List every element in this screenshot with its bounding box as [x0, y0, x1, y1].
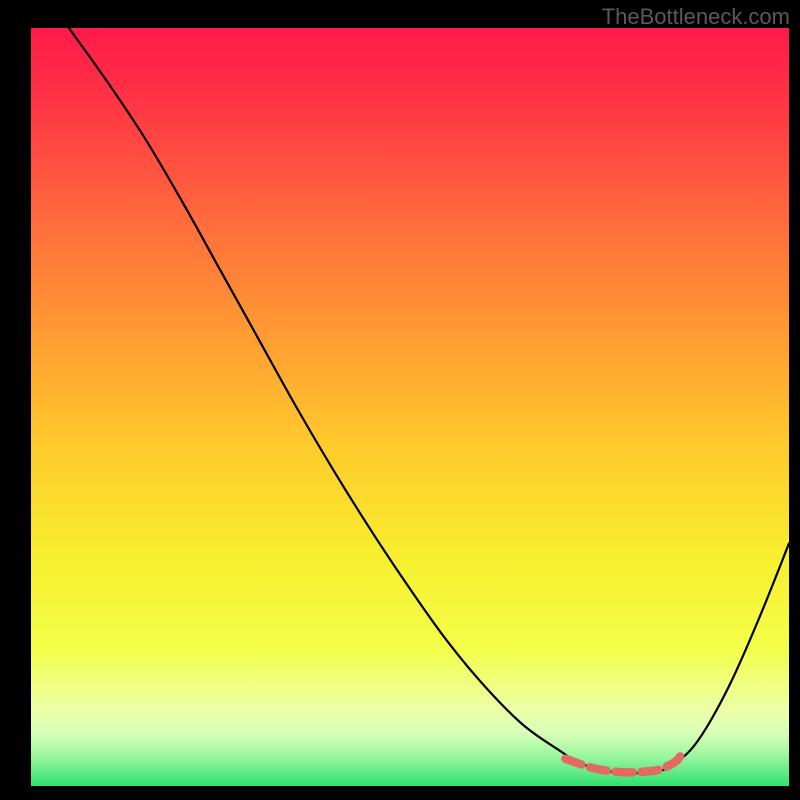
bottleneck-chart	[0, 0, 800, 800]
chart-frame: TheBottleneck.com	[0, 0, 800, 800]
gradient-background	[31, 28, 789, 786]
watermark-text: TheBottleneck.com	[602, 4, 790, 30]
